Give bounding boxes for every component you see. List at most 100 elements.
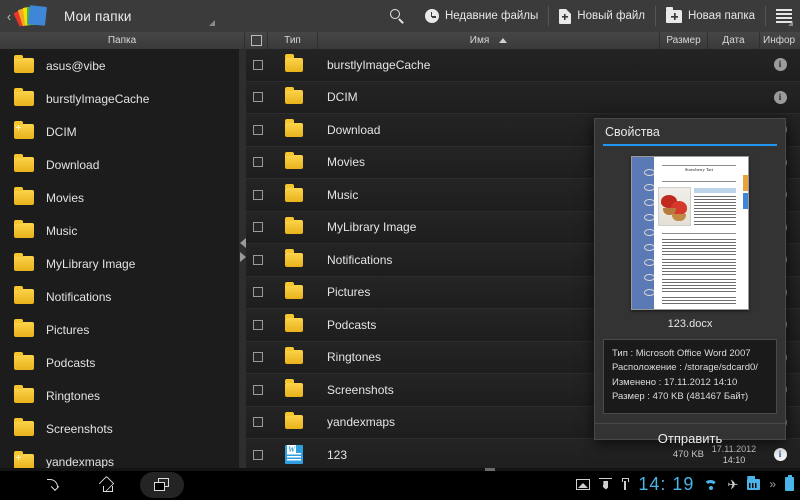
row-name: 123 xyxy=(327,447,348,462)
sidebar-item-podcasts[interactable]: Podcasts xyxy=(0,346,238,379)
column-header-name[interactable]: Имя xyxy=(318,32,660,49)
checkbox-icon xyxy=(252,222,263,233)
new-file-label: Новый файл xyxy=(577,10,645,22)
strawberry-tart-photo xyxy=(658,187,691,226)
recent-files-label: Недавние файлы xyxy=(444,10,539,22)
column-header-folder[interactable]: Папка xyxy=(0,32,245,49)
nav-back-button[interactable] xyxy=(30,472,74,498)
select-all-checkbox[interactable] xyxy=(245,32,268,49)
folder-icon xyxy=(14,384,34,403)
airplane-mode-icon[interactable]: ✈ xyxy=(727,478,738,491)
folder-icon xyxy=(285,119,303,137)
word-document-icon: W xyxy=(285,445,303,465)
row-info-button[interactable]: i xyxy=(760,448,800,462)
sidebar-item-label: Download xyxy=(46,157,100,172)
dialog-filename: 123.docx xyxy=(667,318,713,330)
sidebar-item-asus-vibe[interactable]: asus@vibe xyxy=(0,49,238,82)
row-checkbox[interactable] xyxy=(246,59,269,70)
sidebar-item-download[interactable]: Download xyxy=(0,148,238,181)
sidebar-item-ringtones[interactable]: Ringtones xyxy=(0,379,238,412)
checkbox-icon xyxy=(252,92,263,103)
folder-icon xyxy=(285,184,303,202)
folder-icon xyxy=(285,249,303,267)
usb-icon[interactable] xyxy=(621,478,629,490)
row-checkbox[interactable] xyxy=(246,417,269,428)
sidebar-item-label: asus@vibe xyxy=(46,58,106,73)
row-type-icon xyxy=(269,151,319,170)
title-dropdown-caret-icon[interactable] xyxy=(209,20,215,26)
sidebar-item-dcim[interactable]: DCIM xyxy=(0,115,238,148)
status-clock[interactable]: 14: 19 xyxy=(638,474,694,495)
sidebar-item-label: Pictures xyxy=(46,322,90,337)
row-checkbox[interactable] xyxy=(246,189,269,200)
sidebar-item-screenshots[interactable]: Screenshots xyxy=(0,412,238,445)
info-icon: i xyxy=(773,90,787,104)
nav-recents-button[interactable] xyxy=(140,472,184,498)
page-title: Мои папки xyxy=(64,8,132,24)
more-icon[interactable]: » xyxy=(769,478,776,490)
screenshot-icon[interactable] xyxy=(576,478,591,490)
sidebar-item-notifications[interactable]: Notifications xyxy=(0,280,238,313)
row-checkbox[interactable] xyxy=(246,319,269,330)
sidebar-item-label: DCIM xyxy=(46,124,77,139)
sidebar-item-burstlyimagecache[interactable]: burstlyImageCache xyxy=(0,82,238,115)
search-icon xyxy=(389,8,405,24)
row-checkbox[interactable] xyxy=(246,157,269,168)
new-folder-label: Новая папка xyxy=(687,10,755,22)
sidebar-item-mylibrary-image[interactable]: MyLibrary Image xyxy=(0,247,238,280)
new-file-icon xyxy=(559,8,572,24)
row-checkbox[interactable] xyxy=(246,287,269,298)
table-row[interactable]: DCIM i xyxy=(246,81,800,114)
row-checkbox[interactable] xyxy=(246,222,269,233)
folder-icon xyxy=(14,219,34,238)
row-type-icon xyxy=(269,216,319,235)
new-file-button[interactable]: Новый файл xyxy=(549,0,655,32)
wifi-icon[interactable] xyxy=(703,479,718,490)
checkbox-icon xyxy=(252,384,263,395)
row-info-button[interactable]: i xyxy=(760,58,800,72)
row-checkbox[interactable] xyxy=(246,384,269,395)
folder-icon xyxy=(285,411,303,430)
row-type-icon xyxy=(269,411,319,430)
row-info-button[interactable]: i xyxy=(760,90,800,104)
document-heading: Strawberry Tart xyxy=(684,167,714,172)
checkbox-icon xyxy=(252,59,263,70)
nav-home-button[interactable] xyxy=(86,472,130,498)
column-header-size[interactable]: Размер xyxy=(660,32,708,49)
sidebar-item-yandexmaps[interactable]: yandexmaps xyxy=(0,445,238,468)
sidebar-item-label: Notifications xyxy=(46,289,112,304)
row-checkbox[interactable] xyxy=(246,92,269,103)
row-checkbox[interactable] xyxy=(246,352,269,363)
row-type-icon xyxy=(269,54,319,72)
row-checkbox[interactable] xyxy=(246,449,269,460)
document-thumbnail[interactable]: Strawberry Tart xyxy=(631,156,749,310)
sidebar-item-label: Music xyxy=(46,223,78,238)
app-logo-icon[interactable] xyxy=(13,3,48,29)
table-row[interactable]: burstlyImageCache i xyxy=(246,49,800,82)
row-type-icon xyxy=(269,86,319,105)
column-header-type[interactable]: Тип xyxy=(268,32,318,49)
sidebar-item-label: Ringtones xyxy=(46,388,101,403)
document-subheading-bar xyxy=(694,188,736,193)
recents-icon xyxy=(154,478,170,492)
download-icon[interactable] xyxy=(599,477,613,491)
recent-files-button[interactable]: Недавние файлы xyxy=(415,0,548,32)
sidebar-item-movies[interactable]: Movies xyxy=(0,181,238,214)
sidebar-item-music[interactable]: Music xyxy=(0,214,238,247)
search-button[interactable] xyxy=(380,0,415,32)
row-checkbox[interactable] xyxy=(246,254,269,265)
column-header-date[interactable]: Дата xyxy=(708,32,760,49)
sd-card-icon[interactable] xyxy=(747,478,761,490)
sidebar-item-pictures[interactable]: Pictures xyxy=(0,313,238,346)
overflow-menu-button[interactable] xyxy=(766,0,800,32)
sidebar-item-label: Screenshots xyxy=(46,421,113,436)
send-button[interactable]: Отправить xyxy=(595,422,785,446)
system-navigation-bar: 14: 19 ✈ » xyxy=(0,468,800,500)
property-location: Расположение : /storage/sdcard0/ xyxy=(612,362,758,374)
row-checkbox[interactable] xyxy=(246,124,269,135)
battery-icon[interactable] xyxy=(785,474,794,491)
new-folder-button[interactable]: Новая папка xyxy=(656,0,765,32)
folder-icon xyxy=(285,346,303,365)
checkbox-icon xyxy=(252,319,263,330)
column-header-info[interactable]: Инфор xyxy=(760,32,800,49)
